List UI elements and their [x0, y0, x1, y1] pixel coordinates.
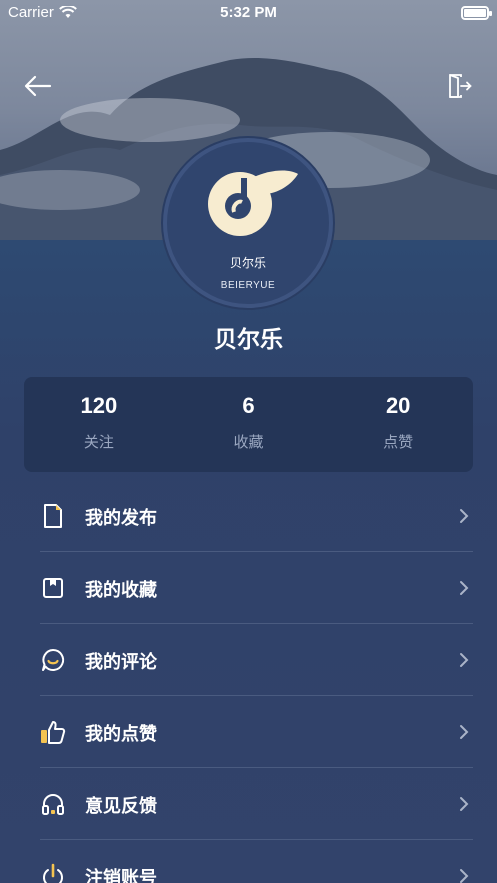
stats-card: 120 关注 6 收藏 20 点赞: [24, 377, 473, 472]
avatar[interactable]: 贝尔乐 BEIERYUE: [163, 138, 333, 308]
menu-item-label: 我的点赞: [85, 724, 157, 744]
menu-item-label: 注销账号: [85, 868, 157, 883]
exit-door-icon: [449, 74, 472, 98]
stat-favorites[interactable]: 6 收藏: [174, 377, 324, 472]
chevron-right-icon: [460, 797, 469, 811]
avatar-brand-name: 贝尔乐: [229, 256, 266, 270]
stat-label: 点赞: [383, 434, 414, 451]
chevron-right-icon: [460, 653, 469, 667]
stat-value: 20: [385, 393, 411, 418]
brand-logo-icon: [208, 170, 298, 236]
battery-icon: [461, 6, 492, 20]
menu-item-my-favorites[interactable]: 我的收藏: [0, 552, 497, 624]
menu-list: 我的发布 我的收藏 我的评论 我的点赞 意见反馈 注销账号: [0, 480, 497, 883]
back-button[interactable]: [22, 72, 54, 100]
avatar-brand-name-latin: BEIERYUE: [220, 280, 276, 291]
headphones-icon: [42, 794, 64, 815]
menu-item-feedback[interactable]: 意见反馈: [0, 768, 497, 840]
comment-icon: [42, 648, 65, 671]
stat-following[interactable]: 120 关注: [24, 377, 174, 472]
menu-item-label: 我的收藏: [85, 580, 157, 600]
stat-value: 120: [80, 393, 118, 418]
stat-value: 6: [242, 393, 255, 418]
menu-item-my-likes[interactable]: 我的点赞: [0, 696, 497, 768]
menu-item-label: 意见反馈: [85, 796, 157, 816]
stat-label: 收藏: [233, 434, 264, 451]
document-icon: [44, 504, 62, 528]
logout-button[interactable]: [447, 72, 473, 100]
menu-item-my-comments[interactable]: 我的评论: [0, 624, 497, 696]
chevron-right-icon: [460, 869, 469, 883]
status-bar: Carrier 5:32 PM: [0, 0, 497, 26]
arrow-left-icon: [24, 75, 52, 97]
thumbs-up-icon: [41, 721, 66, 744]
power-icon: [43, 863, 63, 883]
stat-likes[interactable]: 20 点赞: [323, 377, 473, 472]
chevron-right-icon: [460, 725, 469, 739]
menu-item-my-posts[interactable]: 我的发布: [0, 480, 497, 552]
chevron-right-icon: [460, 509, 469, 523]
menu-item-label: 我的发布: [85, 508, 157, 528]
chevron-right-icon: [460, 581, 469, 595]
bookmark-icon: [43, 578, 63, 598]
menu-item-label: 我的评论: [85, 652, 157, 672]
stat-label: 关注: [83, 434, 114, 451]
status-time: 5:32 PM: [220, 4, 277, 21]
menu-item-delete-account[interactable]: 注销账号: [0, 840, 497, 883]
page-title-username: 贝尔乐: [214, 326, 283, 352]
